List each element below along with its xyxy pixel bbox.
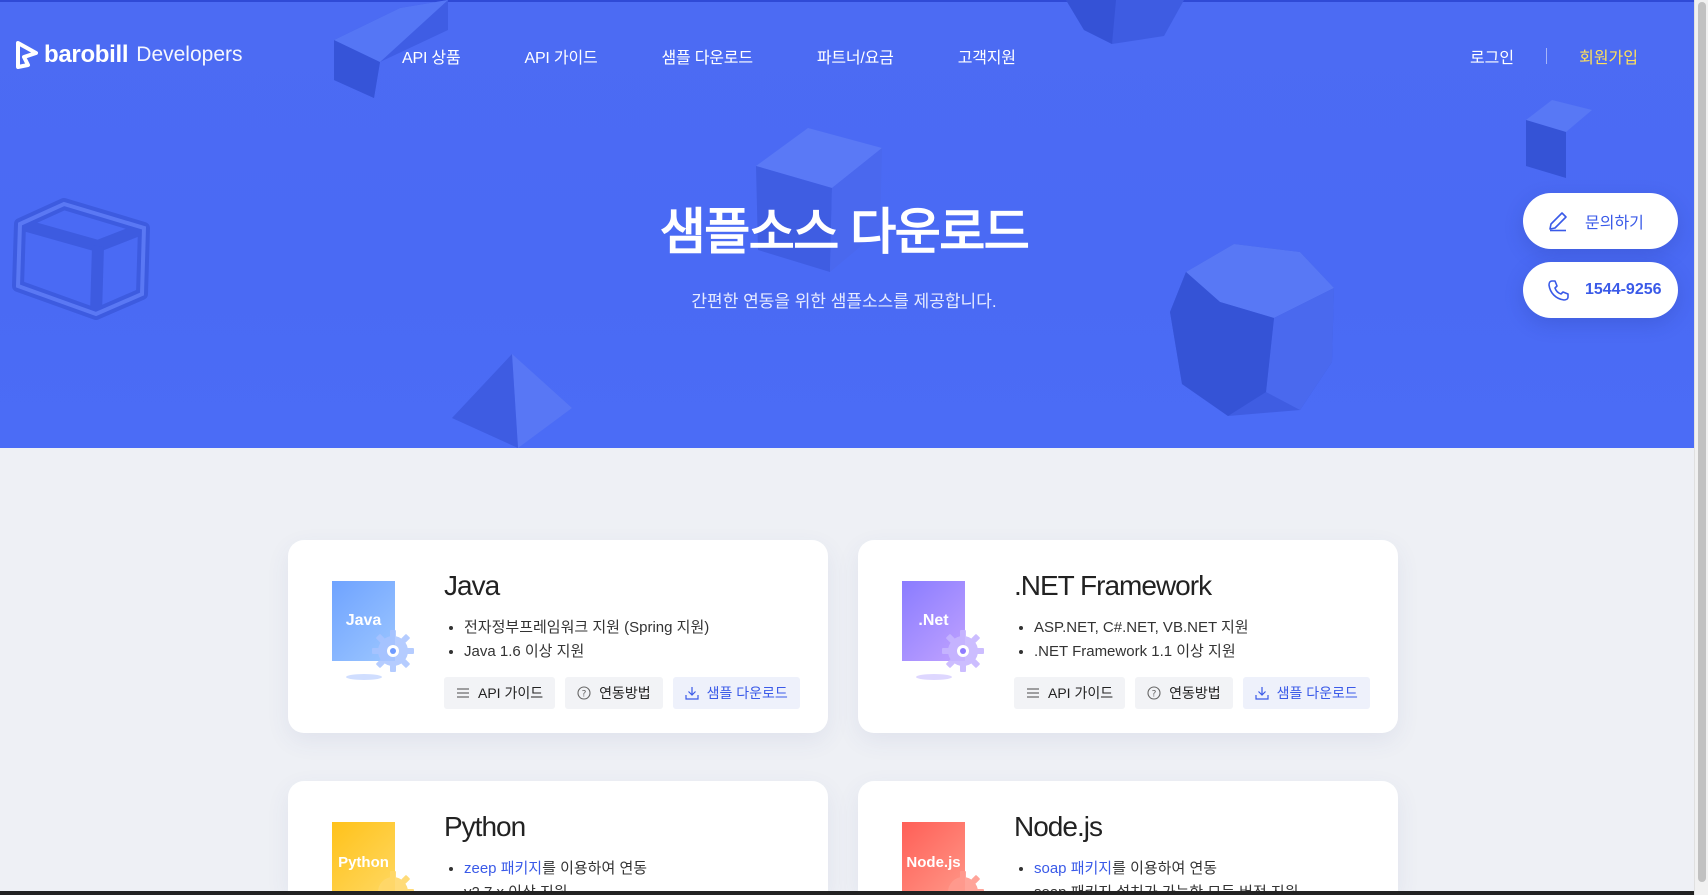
main-nav: API 상품 API 가이드 샘플 다운로드 파트너/요금 고객지원 [402,44,1080,68]
question-icon: ? [1147,686,1161,700]
feature-list: ASP.NET, C#.NET, VB.NET 지원 .NET Framewor… [1034,616,1249,664]
download-icon [685,687,699,700]
feature-item: soap 패키지를 이용하여 연동 [1034,857,1299,881]
site-logo[interactable]: barobill Developers [16,41,243,69]
decor-polyhedron-right [1170,244,1334,416]
gear-icon [942,630,984,672]
signup-link[interactable]: 회원가입 [1579,44,1638,68]
feature-list: 전자정부프레임워크 지원 (Spring 지원) Java 1.6 이상 지원 [464,616,709,664]
thumb-shadow [346,674,382,680]
card-title: .NET Framework [1014,570,1212,601]
list-icon [457,688,469,698]
feature-item: .NET Framework 1.1 이상 지원 [1034,640,1249,664]
svg-text:?: ? [1152,690,1157,700]
page-subtitle: 간편한 연동을 위한 샘플소스를 제공합니다. [691,292,997,311]
barobill-logo-icon [16,41,38,69]
api-guide-button[interactable]: API 가이드 [1014,677,1126,709]
card-actions: API 가이드 ? 연동방법 샘플 다운로드 [1014,677,1380,709]
sample-download-label: 샘플 다운로드 [706,685,788,701]
feature-item: soap 패키지 설치가 가능한 모든 버전 지원 [1034,881,1299,891]
page-title: 샘플소스 다운로드 [659,204,1030,260]
gear-icon [372,630,414,672]
list-icon [1027,688,1039,698]
card-title: Python [444,811,526,842]
feature-item: ASP.NET, C#.NET, VB.NET 지원 [1034,616,1249,640]
inquiry-button[interactable]: 문의하기 [1523,193,1678,249]
feature-item: 전자정부프레임워크 지원 (Spring 지원) [464,616,709,640]
site-header: barobill Developers API 상품 API 가이드 샘플 다운… [0,0,1694,110]
decor-pyramid [452,354,572,448]
nav-sample-download[interactable]: 샘플 다운로드 [661,44,753,68]
login-link[interactable]: 로그인 [1470,44,1514,68]
nav-partner-pricing[interactable]: 파트너/요금 [817,44,894,68]
java-thumbnail: Java [332,581,414,672]
nav-customer-support[interactable]: 고객지원 [958,44,1016,68]
zeep-package-link[interactable]: zeep 패키지 [464,860,542,877]
feature-list: zeep 패키지를 이용하여 연동 v2.7.x 이상 지원 [464,857,647,891]
logo-brand-text: barobill [44,41,129,68]
python-thumbnail: Python [332,822,414,891]
hero-banner: barobill Developers API 상품 API 가이드 샘플 다운… [0,0,1694,448]
sample-download-button[interactable]: 샘플 다운로드 [1242,677,1370,709]
download-icon [1255,687,1269,700]
card-title: Node.js [1014,811,1103,842]
card-title: Java [444,570,500,601]
question-icon: ? [577,686,591,700]
logo-sub-text: Developers [136,43,243,66]
scrollbar-thumb[interactable] [1698,2,1706,882]
feature-text: 를 이용하여 연동 [1112,860,1218,877]
howto-button[interactable]: ? 연동방법 [565,677,663,709]
howto-label: 연동방법 [1169,685,1221,701]
feature-list: soap 패키지를 이용하여 연동 soap 패키지 설치가 가능한 모든 버전… [1034,857,1299,891]
sample-download-button[interactable]: 샘플 다운로드 [672,677,800,709]
sample-card-java: Java Java 전자정부프레임워크 지원 (Spring 지원) Java … [288,540,828,733]
sample-card-nodejs: Node.js Node.js soap 패키지를 이용하여 연동 soap 패… [858,781,1398,891]
gear-icon [378,871,414,891]
feature-item: zeep 패키지를 이용하여 연동 [464,857,647,881]
auth-divider [1546,48,1548,64]
phone-icon [1548,280,1569,301]
phone-button[interactable]: 1544-9256 [1523,262,1678,318]
gear-icon [948,871,984,891]
sample-card-python: Python Python zeep 패키지를 이용하여 연동 v2.7.x 이… [288,781,828,891]
auth-links: 로그인 회원가입 [1470,44,1638,68]
sample-card-dotnet: .Net .NET Framework ASP.NET, C#.NET, VB.… [858,540,1398,733]
api-guide-button[interactable]: API 가이드 [444,677,556,709]
nodejs-thumbnail: Node.js [902,822,984,891]
nav-api-products[interactable]: API 상품 [402,44,461,68]
svg-text:?: ? [582,690,587,700]
api-guide-label: API 가이드 [1048,685,1114,701]
feature-item: Java 1.6 이상 지원 [464,640,709,664]
page-scrollbar[interactable] [1694,0,1708,895]
soap-package-link[interactable]: soap 패키지 [1034,860,1112,877]
nav-api-guide[interactable]: API 가이드 [524,44,597,68]
api-guide-label: API 가이드 [478,685,544,701]
phone-number: 1544-9256 [1585,281,1662,298]
feature-item: v2.7.x 이상 지원 [464,881,647,891]
card-actions: API 가이드 ? 연동방법 샘플 다운로드 [444,677,810,709]
pencil-icon [1549,212,1567,232]
viewport-bottom-edge [0,891,1694,895]
inquiry-label: 문의하기 [1585,215,1644,232]
sample-download-label: 샘플 다운로드 [1276,685,1358,701]
howto-button[interactable]: ? 연동방법 [1135,677,1233,709]
thumb-shadow [916,674,952,680]
feature-text: 를 이용하여 연동 [542,860,648,877]
dotnet-thumbnail: .Net [902,581,984,672]
howto-label: 연동방법 [599,685,651,701]
